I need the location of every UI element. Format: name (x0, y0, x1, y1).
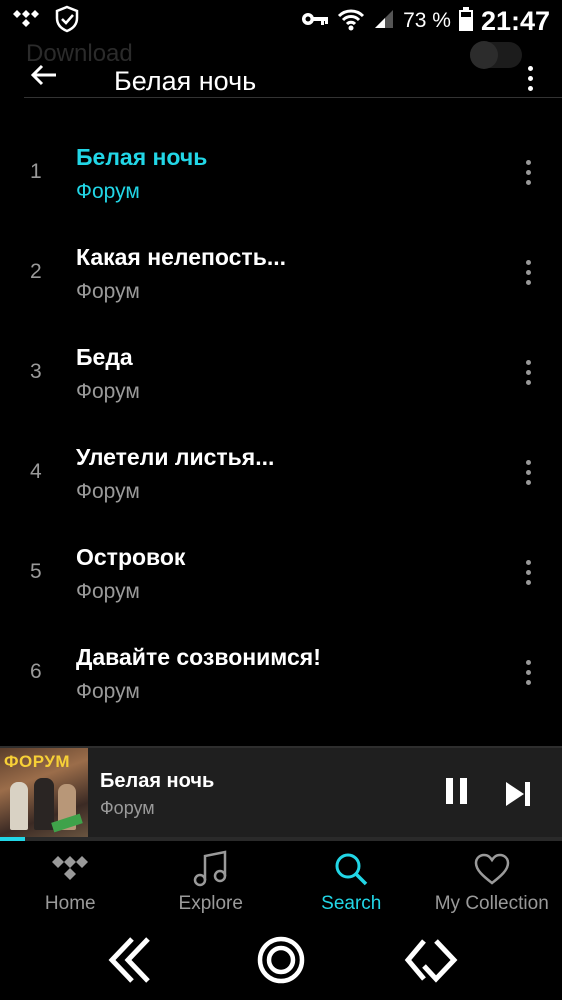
track-artist: Форум (76, 480, 140, 503)
nav-my-collection[interactable]: My Collection (422, 841, 562, 925)
album-cover[interactable]: ФОРУМ (0, 748, 88, 840)
track-number: 3 (30, 360, 42, 383)
track-number: 6 (30, 660, 42, 683)
track-title: Белая ночь (76, 144, 208, 170)
track-title: Какая нелепость... (76, 244, 287, 270)
arrow-left-icon (30, 63, 58, 92)
track-title: Островок (76, 544, 186, 570)
track-number: 5 (30, 560, 42, 583)
track-title: Улетели листья... (76, 444, 275, 470)
track-artist: Форум (76, 580, 140, 603)
more-vertical-icon (525, 559, 531, 585)
track-more-button[interactable] (516, 558, 540, 586)
track-number: 2 (30, 260, 42, 283)
circle-home-icon (256, 935, 306, 990)
more-vertical-icon (525, 259, 531, 285)
bottom-navigation: Home Explore Search My Collection (0, 841, 562, 925)
clock: 21:47 (480, 5, 550, 36)
track-title: Давайте созвонимся! (76, 644, 321, 670)
track-artist: Форум (76, 180, 140, 203)
nav-home-label: Home (44, 893, 96, 914)
header-more-button[interactable] (518, 64, 542, 92)
track-row[interactable]: 2 Какая нелепость... Форум (0, 222, 562, 322)
more-vertical-icon (525, 359, 531, 385)
track-artist: Форум (76, 380, 140, 403)
tidal-icon (12, 8, 40, 35)
system-recents-button[interactable] (401, 933, 461, 993)
page-title: Белая ночь (114, 66, 257, 96)
shield-check-icon (54, 5, 80, 38)
battery-icon (458, 6, 473, 36)
now-playing-title: Белая ночь (100, 770, 215, 792)
track-more-button[interactable] (516, 258, 540, 286)
more-vertical-icon (527, 65, 533, 91)
nav-explore-label: Explore (178, 893, 243, 914)
nav-explore[interactable]: Explore (141, 841, 282, 925)
nav-search[interactable]: Search (281, 841, 422, 925)
chevron-double-left-icon (104, 935, 158, 990)
home-icon (50, 849, 90, 889)
signal-icon (373, 8, 395, 35)
status-bar: 73 % 21:47 (0, 0, 562, 42)
now-playing-artist: Форум (100, 798, 155, 818)
track-more-button[interactable] (516, 658, 540, 686)
track-artist: Форум (76, 680, 140, 703)
system-home-button[interactable] (251, 933, 311, 993)
more-vertical-icon (525, 159, 531, 185)
track-list: 1 Белая ночь Форум 2 Какая нелепость... … (0, 122, 562, 722)
track-artist: Форум (76, 280, 140, 303)
search-icon (333, 849, 369, 889)
track-row[interactable]: 4 Улетели листья... Форум (0, 422, 562, 522)
track-row[interactable]: 6 Давайте созвонимся! Форум (0, 622, 562, 722)
track-row[interactable]: 5 Островок Форум (0, 522, 562, 622)
nav-home[interactable]: Home (0, 841, 141, 925)
back-button[interactable] (24, 58, 64, 98)
track-more-button[interactable] (516, 158, 540, 186)
system-back-button[interactable] (101, 933, 161, 993)
app-header: Белая ночь (24, 58, 562, 98)
pause-icon (445, 778, 453, 804)
track-number: 1 (30, 160, 42, 183)
track-number: 4 (30, 460, 42, 483)
key-icon (301, 11, 329, 32)
nav-my-collection-label: My Collection (434, 893, 549, 914)
system-navigation (0, 925, 562, 1000)
next-track-button[interactable] (502, 778, 534, 810)
pause-button[interactable] (440, 778, 472, 810)
track-title: Беда (76, 344, 133, 370)
track-more-button[interactable] (516, 458, 540, 486)
track-more-button[interactable] (516, 358, 540, 386)
more-vertical-icon (525, 659, 531, 685)
battery-percent: 73 % (403, 9, 451, 32)
mini-player[interactable]: ФОРУМ Белая ночь Форум (0, 746, 562, 840)
wifi-icon (337, 7, 365, 36)
more-vertical-icon (525, 459, 531, 485)
heart-icon (473, 849, 511, 889)
skip-next-icon (502, 782, 534, 814)
track-row[interactable]: 3 Беда Форум (0, 322, 562, 422)
nav-search-label: Search (321, 893, 382, 914)
music-note-icon (193, 849, 229, 889)
album-cover-logo: ФОРУМ (4, 752, 71, 771)
track-row[interactable]: 1 Белая ночь Форум (0, 122, 562, 222)
recents-diamond-icon (404, 935, 458, 990)
